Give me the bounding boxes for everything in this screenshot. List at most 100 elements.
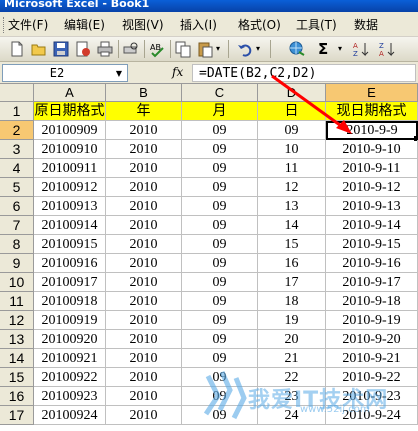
row-header[interactable]: 4 [0,159,34,178]
row-header[interactable]: 16 [0,387,34,406]
table-cell[interactable]: 20 [258,330,326,349]
menu-format[interactable]: 格式(O) [238,16,281,33]
table-cell[interactable]: 2010 [106,216,182,235]
table-cell[interactable]: 20100918 [34,292,106,311]
table-cell[interactable]: 09 [182,235,258,254]
row-header[interactable]: 7 [0,216,34,235]
table-cell[interactable]: 2010 [106,292,182,311]
row-header[interactable]: 10 [0,273,34,292]
menu-view[interactable]: 视图(V) [122,16,164,33]
column-header-d[interactable]: D [258,84,326,102]
fx-icon[interactable]: fx [172,65,183,79]
table-cell[interactable]: 15 [258,235,326,254]
row-header[interactable]: 3 [0,140,34,159]
name-box[interactable]: E2 ▼ [2,64,128,82]
table-cell[interactable]: 16 [258,254,326,273]
table-cell[interactable]: 11 [258,159,326,178]
paste-dropdown-icon[interactable]: ▾ [216,44,220,53]
hyperlink-icon[interactable] [288,40,306,58]
column-header-b[interactable]: B [106,84,182,102]
table-cell[interactable]: 20100911 [34,159,106,178]
table-cell[interactable]: 20100919 [34,311,106,330]
table-cell[interactable]: 20100917 [34,273,106,292]
column-header-c[interactable]: C [182,84,258,102]
table-cell[interactable]: 2010-9-14 [326,216,418,235]
new-icon[interactable] [8,40,26,58]
sort-desc-icon[interactable]: ZA [378,40,396,58]
row-header[interactable]: 14 [0,349,34,368]
table-cell[interactable]: 2010 [106,121,182,140]
table-cell[interactable]: 09 [182,273,258,292]
select-all-corner[interactable] [0,84,34,102]
header-cell[interactable]: 月 [182,102,258,121]
row-header[interactable]: 5 [0,178,34,197]
table-cell[interactable]: 2010 [106,178,182,197]
row-header[interactable]: 1 [0,102,34,121]
table-cell[interactable]: 2010-9-11 [326,159,418,178]
save-icon[interactable] [52,40,70,58]
table-cell[interactable]: 20100909 [34,121,106,140]
sort-icon[interactable]: AZ [352,40,370,58]
table-cell[interactable]: 20100922 [34,368,106,387]
autosum-dropdown-icon[interactable]: ▾ [338,44,342,53]
table-cell[interactable]: 2010-9-17 [326,273,418,292]
table-cell[interactable]: 20100924 [34,406,106,425]
row-header[interactable]: 9 [0,254,34,273]
table-cell[interactable]: 09 [258,121,326,140]
row-header[interactable]: 12 [0,311,34,330]
table-cell[interactable]: 2010-9-21 [326,349,418,368]
formula-input[interactable]: =DATE(B2,C2,D2) [192,64,416,82]
header-cell[interactable]: 现日期格式 [326,102,418,121]
table-cell[interactable]: 09 [182,254,258,273]
open-icon[interactable] [30,40,48,58]
table-cell[interactable]: 2010-9-19 [326,311,418,330]
table-cell[interactable]: 2010-9-18 [326,292,418,311]
table-cell[interactable]: 2010 [106,235,182,254]
header-cell[interactable]: 年 [106,102,182,121]
table-cell[interactable]: 09 [182,140,258,159]
header-cell[interactable]: 日 [258,102,326,121]
table-cell[interactable]: 2010-9-12 [326,178,418,197]
name-box-dropdown-icon[interactable]: ▼ [111,65,127,81]
print-icon[interactable] [96,40,114,58]
undo-icon[interactable] [236,40,254,58]
table-cell[interactable]: 2010 [106,349,182,368]
row-header[interactable]: 11 [0,292,34,311]
table-cell[interactable]: 18 [258,292,326,311]
table-cell[interactable]: 10 [258,140,326,159]
table-cell[interactable]: 09 [182,311,258,330]
menu-file[interactable]: 文件(F) [8,16,48,33]
menu-data[interactable]: 数据 [354,16,378,33]
copy-icon[interactable] [174,40,192,58]
spelling-icon[interactable]: AB [148,40,166,58]
paste-icon[interactable] [196,40,214,58]
table-cell[interactable]: 2010 [106,368,182,387]
header-cell[interactable]: 原日期格式 [34,102,106,121]
table-cell[interactable]: 09 [182,121,258,140]
table-cell[interactable]: 14 [258,216,326,235]
table-cell[interactable]: 2010 [106,330,182,349]
table-cell[interactable]: 13 [258,197,326,216]
table-cell[interactable]: 20100914 [34,216,106,235]
table-cell[interactable]: 20100916 [34,254,106,273]
table-cell[interactable]: 09 [182,292,258,311]
table-cell[interactable]: 20100913 [34,197,106,216]
table-cell[interactable]: 12 [258,178,326,197]
table-cell[interactable]: 09 [182,216,258,235]
table-cell[interactable]: 2010 [106,406,182,425]
table-cell[interactable]: 2010 [106,387,182,406]
column-header-e[interactable]: E [326,84,418,102]
table-cell[interactable]: 2010 [106,273,182,292]
table-cell[interactable]: 2010 [106,311,182,330]
table-cell[interactable]: 2010-9-13 [326,197,418,216]
table-cell[interactable]: 20100920 [34,330,106,349]
table-cell[interactable]: 09 [182,178,258,197]
table-cell[interactable]: 19 [258,311,326,330]
table-cell[interactable]: 20100915 [34,235,106,254]
table-cell[interactable]: 09 [182,330,258,349]
menu-insert[interactable]: 插入(I) [180,16,217,33]
table-cell[interactable]: 2010-9-20 [326,330,418,349]
table-cell[interactable]: 09 [182,197,258,216]
row-header[interactable]: 15 [0,368,34,387]
menu-edit[interactable]: 编辑(E) [64,16,105,33]
